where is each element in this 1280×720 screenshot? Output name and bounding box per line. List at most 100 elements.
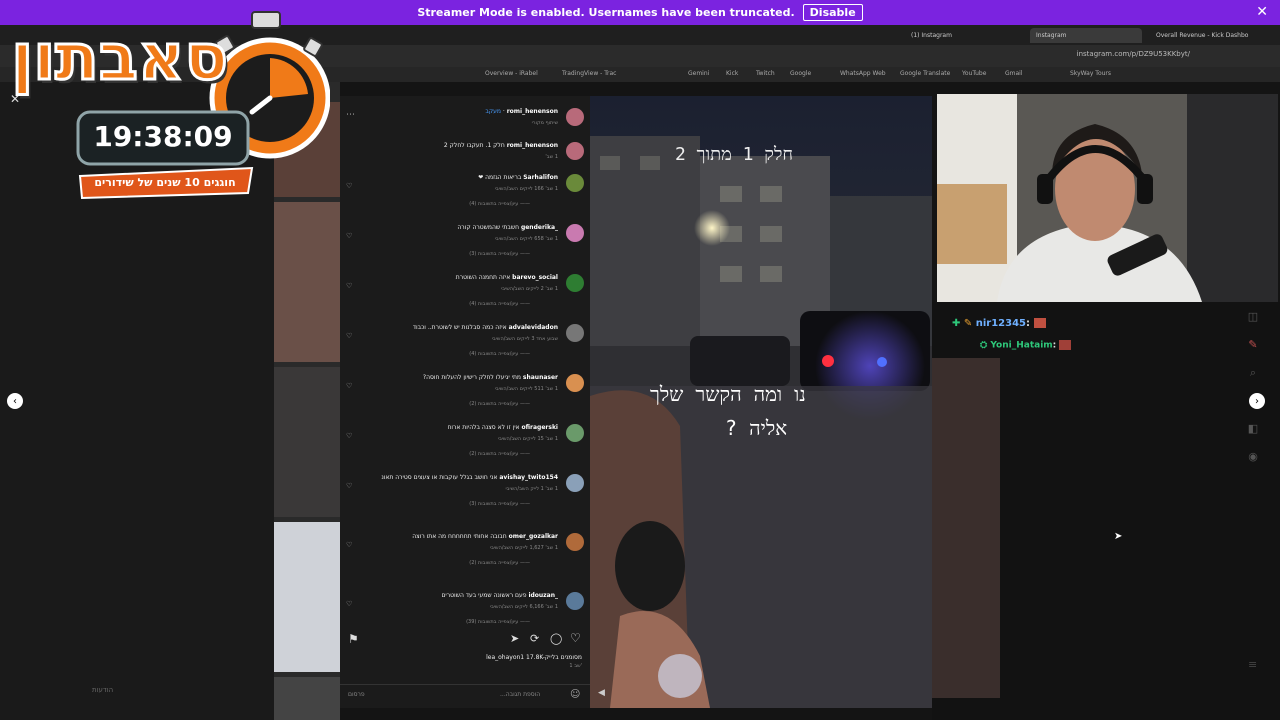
- like-heart-icon[interactable]: ♡: [346, 382, 352, 390]
- bookmark[interactable]: Gmail: [1005, 70, 1023, 77]
- tool-icon[interactable]: ◉: [1246, 450, 1260, 478]
- comment-user[interactable]: _idouzan: [528, 592, 558, 599]
- tool-icon[interactable]: ✎: [1246, 338, 1260, 366]
- webcam-frame: [937, 94, 1278, 302]
- comment-user[interactable]: advalevidadon: [509, 324, 558, 331]
- avatar[interactable]: [566, 533, 584, 551]
- view-replies-link[interactable]: —— עיון/צפייה בתשובות (4): [469, 201, 530, 207]
- avatar[interactable]: [566, 424, 584, 442]
- comment-user[interactable]: barevo_social: [512, 274, 558, 281]
- view-replies-link[interactable]: —— עיון/צפייה בתשובות (3): [469, 501, 530, 507]
- like-heart-icon[interactable]: ♡: [346, 182, 352, 190]
- comment-item: _genderika חשבתי שהמשטרה קורה 1 שב' 658 ל…: [340, 220, 590, 268]
- author-name[interactable]: romi_henenson: [507, 108, 558, 115]
- video-caption-line2: אליה ?: [725, 416, 788, 440]
- like-heart-icon[interactable]: ♡: [570, 631, 581, 645]
- likes-text[interactable]: lea_ohayon1 17.8K-מסומנים בלייק: [340, 654, 582, 661]
- tool-icon[interactable]: ◫: [1246, 310, 1260, 338]
- messages-label[interactable]: הודעות: [92, 686, 113, 694]
- tab-kick-dashboard[interactable]: Overall Revenue - Kick Dashbo: [1150, 28, 1267, 43]
- like-heart-icon[interactable]: ♡: [346, 432, 352, 440]
- more-options-icon[interactable]: ⋯: [346, 110, 355, 120]
- comment-user[interactable]: _genderika: [521, 224, 558, 231]
- tab-instagram-1[interactable]: (1) Instagram: [905, 28, 1017, 43]
- mute-icon[interactable]: ◀: [598, 688, 605, 698]
- comment-user[interactable]: shaunaser: [523, 374, 558, 381]
- thumbnail[interactable]: [274, 367, 340, 517]
- subathon-timer: 19:38:09: [93, 120, 233, 153]
- avatar[interactable]: [566, 474, 584, 492]
- comment-user[interactable]: omer_gozalkar: [509, 533, 558, 540]
- comment-text: אין זו לא סצנה בלהיות ארוח: [447, 424, 520, 431]
- menu-icon[interactable]: ≡: [1248, 658, 1257, 671]
- share-icon[interactable]: ➤: [510, 632, 519, 645]
- avatar[interactable]: [566, 108, 584, 126]
- close-icon[interactable]: ✕: [1256, 4, 1268, 20]
- comment-item: avishay_twito154 אני חושב בגלל עוקבות או…: [340, 470, 590, 518]
- comment-icon[interactable]: ◯: [550, 632, 562, 645]
- comment-user[interactable]: ofiragerski: [521, 424, 558, 431]
- like-heart-icon[interactable]: ♡: [346, 332, 352, 340]
- avatar[interactable]: [566, 592, 584, 610]
- bookmark[interactable]: Google: [790, 70, 811, 77]
- comment-user[interactable]: avishay_twito154: [499, 474, 558, 481]
- comment-input[interactable]: הוספת תגובה...: [500, 691, 540, 698]
- comment-user[interactable]: Sarhalifon: [523, 174, 558, 181]
- emoji-icon[interactable]: ☺: [570, 689, 580, 700]
- view-replies-link[interactable]: —— עיון/צפייה בתשובות (2): [469, 401, 530, 407]
- bookmark-icon[interactable]: ⚑: [348, 632, 359, 646]
- view-replies-link[interactable]: —— עיון/צפייה בתשובות (3): [469, 251, 530, 257]
- emote-icon: [1059, 340, 1072, 350]
- bookmark[interactable]: TradingView - Trac: [562, 70, 616, 77]
- avatar[interactable]: [566, 374, 584, 392]
- previous-arrow-icon[interactable]: ‹: [7, 393, 23, 409]
- chat-username[interactable]: Yoni_Hataim: [990, 341, 1052, 351]
- like-heart-icon[interactable]: ♡: [346, 541, 352, 549]
- comment-text: מתי יגיעלו לחלק רישיון להעלות חוסה?: [422, 374, 521, 381]
- view-replies-link[interactable]: —— עיון/צפייה בתשובות (2): [469, 560, 530, 566]
- avatar[interactable]: [566, 274, 584, 292]
- post-actions: ⚑ ➤ ⟳ ◯ ♡: [340, 630, 590, 650]
- bookmark[interactable]: WhatsApp Web: [840, 70, 886, 77]
- reel-video[interactable]: חלק 1 מתוך 2 נו ומה הקשר שלך אליה ? ◀: [590, 96, 932, 708]
- avatar[interactable]: [566, 324, 584, 342]
- tool-icon[interactable]: ◧: [1246, 422, 1260, 450]
- bookmark[interactable]: Google Translate: [900, 70, 950, 77]
- emote-icon: [1033, 318, 1046, 328]
- comment-item: barevo_social איזה תחמנה השוטרת 1 שב' 2 ל…: [340, 270, 590, 318]
- like-heart-icon[interactable]: ♡: [346, 482, 352, 490]
- view-replies-link[interactable]: —— עיון/צפייה בתשובות (4): [469, 351, 530, 357]
- view-replies-link[interactable]: —— עיון/צפייה בתשובות (39): [466, 619, 530, 625]
- follow-link[interactable]: מעקב: [485, 108, 501, 115]
- caption-user[interactable]: romi_henenson: [507, 142, 558, 149]
- thumbnail[interactable]: [274, 677, 340, 720]
- view-replies-link[interactable]: —— עיון/צפייה בתשובות (2): [469, 451, 530, 457]
- bookmark[interactable]: SkyWay Tours: [1070, 70, 1111, 77]
- post-comment-button[interactable]: פרסום: [348, 691, 365, 698]
- bookmark[interactable]: Gemini: [688, 70, 709, 77]
- bookmark[interactable]: Overview - iRabel: [485, 70, 538, 77]
- thumbnail[interactable]: [274, 522, 340, 672]
- comment-meta: 1 שב' 1 לייק השב/השיבי: [505, 486, 559, 492]
- comment-meta: 1 שב' 511 לייקים השב/השיבי: [494, 386, 558, 392]
- repost-icon[interactable]: ⟳: [530, 632, 539, 645]
- avatar[interactable]: [566, 142, 584, 160]
- next-arrow-icon[interactable]: ›: [1249, 393, 1265, 409]
- tab-instagram[interactable]: Instagram: [1030, 28, 1142, 43]
- bookmark[interactable]: Kick: [726, 70, 738, 77]
- view-replies-link[interactable]: —— עיון/צפייה בתשובות (4): [469, 301, 530, 307]
- like-heart-icon[interactable]: ♡: [346, 600, 352, 608]
- avatar[interactable]: [566, 174, 584, 192]
- thumbnail[interactable]: [274, 202, 340, 362]
- search-icon[interactable]: ⌕: [1246, 366, 1260, 394]
- avatar[interactable]: [566, 224, 584, 242]
- bookmark[interactable]: YouTube: [962, 70, 986, 77]
- like-heart-icon[interactable]: ♡: [346, 282, 352, 290]
- like-heart-icon[interactable]: ♡: [346, 232, 352, 240]
- bookmark[interactable]: Twitch: [756, 70, 775, 77]
- chat-username[interactable]: nir12345: [976, 318, 1026, 329]
- disable-button[interactable]: Disable: [802, 4, 863, 21]
- chat-background-image: [932, 358, 1000, 698]
- comments-panel: romi_henenson · מעקב שיתוף מקורי ⋯ romi_…: [340, 96, 590, 708]
- video-caption-line1: נו ומה הקשר שלך: [650, 382, 806, 406]
